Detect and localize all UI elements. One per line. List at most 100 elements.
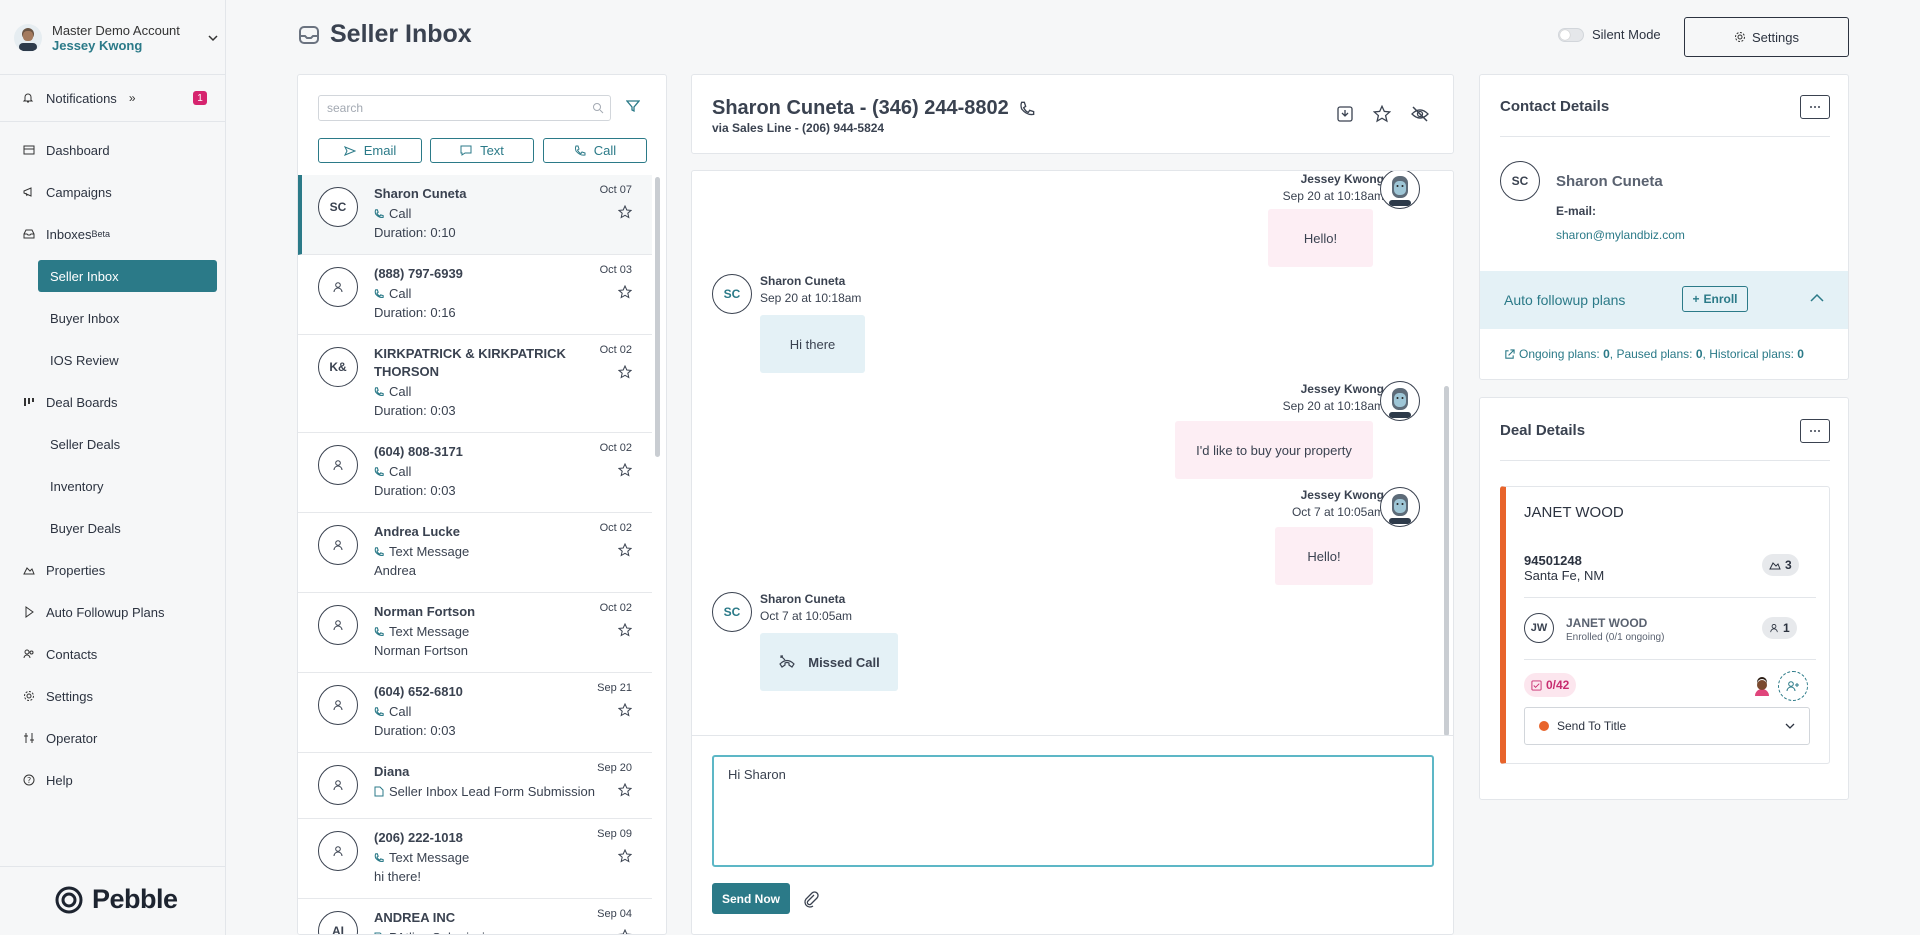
phone-icon [374, 288, 384, 298]
agent-avatar [1380, 171, 1420, 209]
star-icon[interactable] [618, 285, 632, 299]
conversation-name: KIRKPATRICK & KIRKPATRICK THORSON [374, 346, 566, 379]
conversation-date: Oct 07 [599, 184, 632, 196]
sidebar-item-properties[interactable]: Properties [22, 560, 105, 580]
pebble-logo: Pebble [54, 884, 178, 915]
toggle-switch[interactable] [1558, 27, 1584, 42]
conversation-item[interactable]: K& KIRKPATRICK & KIRKPATRICK THORSON Cal… [298, 335, 652, 433]
plans-summary[interactable]: Ongoing plans: 0, Paused plans: 0, Histo… [1504, 347, 1804, 361]
sidebar-item-deal-boards[interactable]: Deal Boards [22, 392, 118, 412]
conversation-item[interactable]: (888) 797-6939 Call Duration: 0:16 Oct 0… [298, 255, 652, 335]
settings-button[interactable]: Settings [1684, 17, 1849, 57]
hide-icon[interactable] [1410, 105, 1430, 123]
text-button[interactable]: Text [430, 138, 534, 163]
assignee-avatar[interactable] [1750, 675, 1774, 699]
sidebar-item-inboxes[interactable]: Inboxes Beta [22, 224, 110, 244]
phone-icon [374, 208, 384, 218]
type-label: Text Message [389, 624, 470, 639]
conversation-type: Call [374, 704, 411, 719]
sidebar-item-label: Buyer Deals [50, 520, 121, 536]
type-label: Call [389, 704, 412, 719]
expand-notifications-icon[interactable]: » [129, 91, 136, 105]
plus-icon: + [1692, 292, 1700, 306]
sidebar-item-ios-review[interactable]: IOS Review [38, 344, 217, 376]
chevron-down-icon [208, 35, 218, 42]
conversation-item[interactable]: Diana Seller Inbox Lead Form Submission … [298, 753, 652, 819]
divider [1524, 597, 1816, 598]
notifications-item[interactable]: Notifications » 1 [22, 88, 207, 108]
phone-icon[interactable] [1019, 101, 1035, 117]
message-text: Hello! [1307, 548, 1341, 564]
archive-icon[interactable] [1336, 105, 1354, 123]
sidebar-item-help[interactable]: ? Help [22, 770, 73, 790]
property-count-badge[interactable]: 3 [1762, 554, 1799, 576]
paperclip-icon[interactable] [802, 890, 820, 908]
tasks-badge[interactable]: 0/42 [1524, 673, 1577, 697]
sidebar-item-inventory[interactable]: Inventory [38, 470, 217, 502]
list-scrollbar[interactable] [655, 177, 660, 457]
contact-details-title: Contact Details [1500, 98, 1610, 115]
sidebar-item-seller-deals[interactable]: Seller Deals [38, 428, 217, 460]
message-time: Oct 7 at 10:05am [1291, 505, 1384, 519]
filter-icon[interactable] [626, 99, 640, 113]
star-icon[interactable] [618, 623, 632, 637]
conversation-item[interactable]: (604) 652-6810 Call Duration: 0:03 Sep 2… [298, 673, 652, 753]
more-options-button[interactable] [1800, 95, 1830, 119]
add-assignee-button[interactable] [1778, 671, 1808, 701]
account-switcher[interactable]: Master Demo Account Jessey Kwong [14, 20, 219, 56]
silent-mode-toggle[interactable]: Silent Mode [1558, 27, 1661, 42]
sidebar-item-buyer-inbox[interactable]: Buyer Inbox [38, 302, 217, 334]
message-composer-input[interactable]: Hi Sharon [712, 755, 1434, 867]
sidebar-item-campaigns[interactable]: Campaigns [22, 182, 112, 202]
conversation-item[interactable]: AI ANDREA INC PAtlive Submission Sep 04 [298, 899, 652, 935]
message-time: Sep 20 at 10:18am [760, 291, 862, 305]
star-icon[interactable] [618, 929, 632, 935]
contact-avatar [318, 525, 358, 565]
send-now-button[interactable]: Send Now [712, 883, 790, 914]
message-bubble-outgoing: Hello! [1268, 209, 1373, 267]
conversation-item[interactable]: (604) 808-3171 Call Duration: 0:03 Oct 0… [298, 433, 652, 513]
conversation-item[interactable]: SC Sharon Cuneta Call Duration: 0:10 Oct… [298, 175, 652, 255]
email-button[interactable]: Email [318, 138, 422, 163]
sidebar-item-buyer-deals[interactable]: Buyer Deals [38, 512, 217, 544]
star-icon[interactable] [618, 205, 632, 219]
sidebar-item-settings[interactable]: Settings [22, 686, 93, 706]
contact-email-link[interactable]: sharon@mylandbiz.com [1556, 228, 1685, 242]
deal-stage-select[interactable]: Send To Title [1524, 707, 1810, 745]
thread-scrollbar[interactable] [1444, 386, 1449, 736]
person-icon [333, 780, 343, 791]
sidebar-item-seller-inbox[interactable]: Seller Inbox [38, 260, 217, 292]
chevron-up-icon[interactable] [1809, 293, 1825, 303]
sidebar-item-auto-followup-plans[interactable]: Auto Followup Plans [22, 602, 165, 622]
star-icon[interactable] [618, 783, 632, 797]
ongoing-count: 0 [1603, 347, 1610, 361]
search-input[interactable]: search [318, 95, 611, 121]
conversation-detail: Andrea [374, 563, 416, 578]
sidebar-item-dashboard[interactable]: Dashboard [22, 140, 110, 160]
call-button[interactable]: Call [543, 138, 647, 163]
enroll-button[interactable]: + Enroll [1682, 286, 1748, 312]
star-icon[interactable] [618, 463, 632, 477]
star-icon[interactable] [618, 365, 632, 379]
conversation-item[interactable]: Andrea Lucke Text Message Andrea Oct 02 [298, 513, 652, 593]
star-icon[interactable] [618, 849, 632, 863]
star-icon[interactable] [618, 543, 632, 557]
more-options-button[interactable] [1800, 419, 1830, 443]
star-icon[interactable] [1373, 105, 1391, 123]
conversation-item[interactable]: Norman Fortson Text Message Norman Forts… [298, 593, 652, 673]
sidebar-item-contacts[interactable]: Contacts [22, 644, 97, 664]
sidebar-item-label: Operator [46, 730, 98, 746]
deal-card[interactable]: JANET WOOD 94501248 Santa Fe, NM 3 JW JA… [1500, 486, 1830, 764]
conversation-item[interactable]: (206) 222-1018 Text Message hi there! Se… [298, 819, 652, 899]
star-icon[interactable] [618, 703, 632, 717]
contact-avatar: K& [318, 347, 358, 387]
conversation-date: Sep 09 [597, 828, 632, 840]
contact-avatar [318, 605, 358, 645]
sidebar-item-operator[interactable]: Operator [22, 728, 97, 748]
type-label: Seller Inbox Lead Form Submission [389, 784, 595, 799]
contact-count-badge[interactable]: 1 [1762, 617, 1797, 639]
message-sender: Jessey Kwong [1300, 172, 1384, 186]
email-button-label: Email [363, 143, 397, 158]
sliders-icon [22, 731, 36, 745]
contact-avatar: SC [712, 274, 752, 314]
